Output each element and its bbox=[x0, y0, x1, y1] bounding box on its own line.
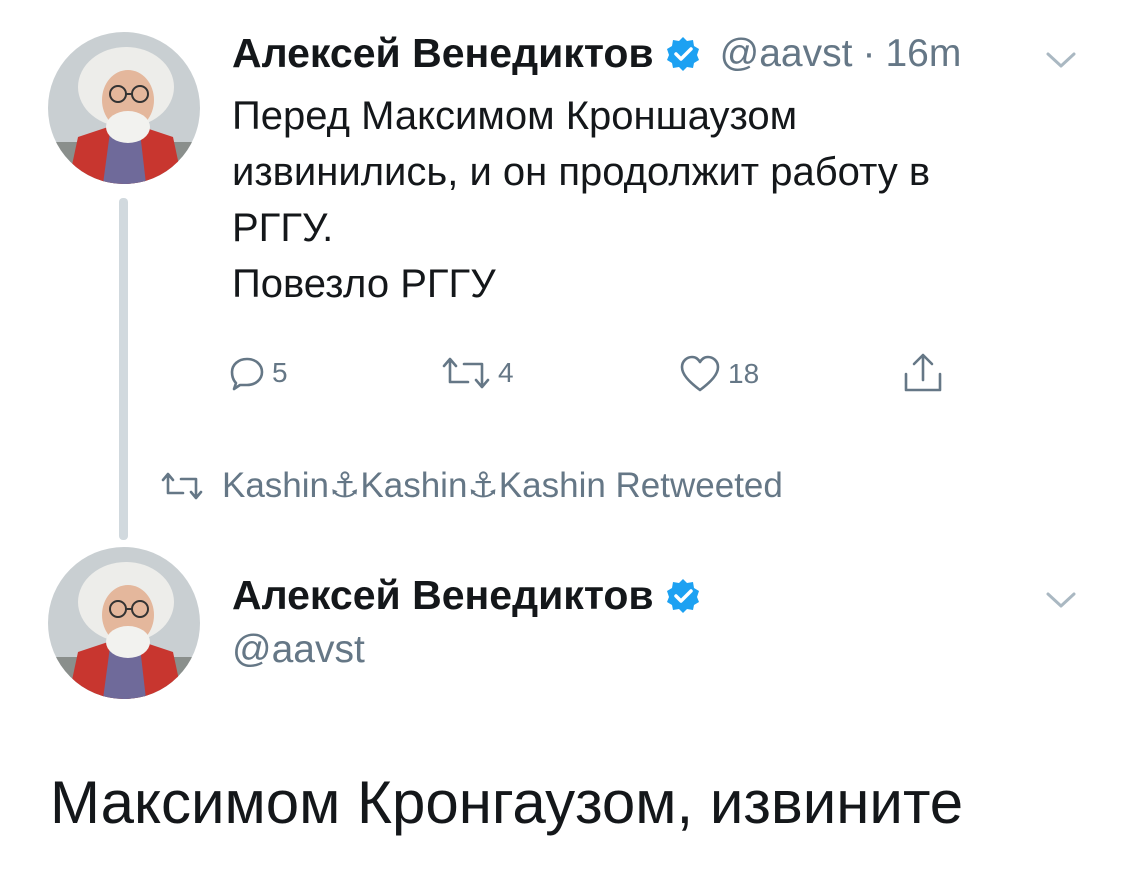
reply-icon bbox=[230, 357, 264, 391]
reply-button[interactable]: 5 bbox=[228, 354, 288, 392]
share-icon bbox=[904, 353, 942, 392]
retweet-icon bbox=[442, 357, 490, 389]
like-button[interactable]: 18 bbox=[678, 354, 759, 394]
verified-badge-icon bbox=[664, 577, 702, 615]
thread-line bbox=[119, 198, 128, 540]
avatar-photo bbox=[48, 547, 200, 699]
chevron-down-icon[interactable] bbox=[1044, 50, 1078, 70]
tweet-timestamp[interactable]: 16m bbox=[885, 32, 961, 76]
avatar[interactable] bbox=[48, 32, 200, 184]
author-handle[interactable]: @aavst bbox=[720, 32, 853, 76]
tweet-text-line: извинились, и он продолжит работу в bbox=[232, 150, 931, 194]
verified-badge-icon bbox=[664, 35, 702, 73]
retweet-button[interactable]: 4 bbox=[440, 354, 514, 392]
retweet-banner-text: Kashin⚓Kashin⚓Kashin Retweeted bbox=[222, 466, 783, 505]
tweet-text-line: Повезло РГГУ bbox=[232, 262, 496, 306]
heart-icon bbox=[680, 355, 720, 392]
retweet-icon bbox=[161, 472, 203, 500]
author-handle[interactable]: @aavst bbox=[232, 628, 365, 672]
separator-dot: · bbox=[862, 31, 876, 75]
avatar-photo bbox=[48, 32, 200, 184]
author-name[interactable]: Алексей Венедиктов bbox=[232, 30, 654, 77]
reply-count: 5 bbox=[272, 357, 288, 388]
retweet-count: 4 bbox=[498, 357, 514, 388]
tweet-text-line: РГГУ. bbox=[232, 206, 334, 250]
avatar[interactable] bbox=[48, 547, 200, 699]
author-name[interactable]: Алексей Венедиктов bbox=[232, 572, 654, 619]
tweet-text: Перед Максимом Кроншаузом извинились, и … bbox=[232, 88, 1092, 312]
share-button[interactable] bbox=[900, 350, 946, 396]
chevron-down-icon[interactable] bbox=[1044, 590, 1078, 610]
like-count: 18 bbox=[728, 358, 760, 389]
retweet-banner[interactable]: Kashin⚓Kashin⚓Kashin Retweeted bbox=[160, 466, 783, 506]
caption-text: Максимом Кронгаузом, извините bbox=[50, 769, 964, 836]
tweet-text-line: Перед Максимом Кроншаузом bbox=[232, 94, 798, 138]
